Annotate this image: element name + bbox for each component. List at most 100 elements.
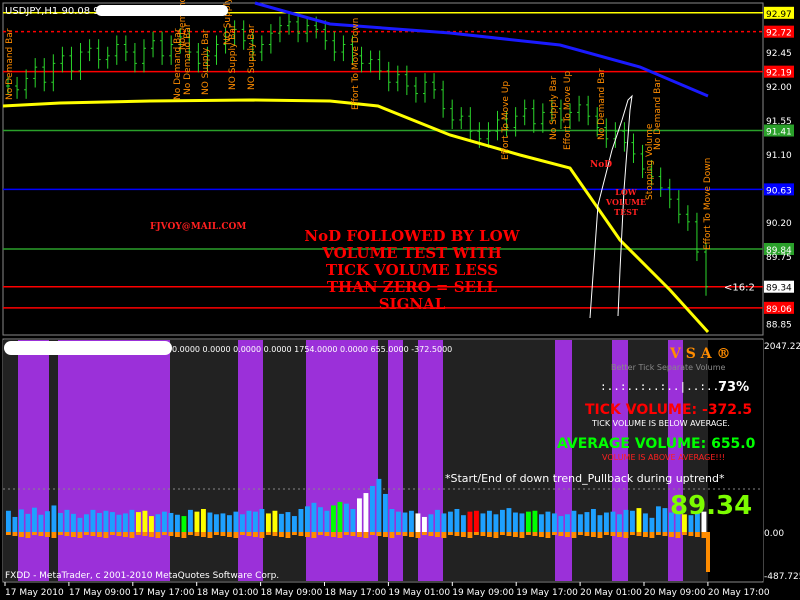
volume-bar-negative (526, 532, 531, 535)
vsa-band (306, 340, 378, 581)
volume-bar (376, 478, 382, 532)
time-label: 18 May 17:00 (325, 588, 387, 598)
signal-line: NoD FOLLOWED BY LOW (304, 227, 520, 245)
volume-bar-negative (688, 532, 694, 536)
vsa-annotation: Effort To Move Down (351, 18, 361, 110)
time-axis: 17 May 2010 17 May 09:00 17 May 17:00 18 Ma… (4, 582, 770, 598)
volume-bar-negative (207, 532, 213, 538)
signal-line: TICK VOLUME LESS (326, 261, 498, 279)
volume-bar (253, 511, 258, 532)
volume-bar (285, 512, 291, 532)
volume-bar-negative (142, 532, 148, 536)
price-tick-label: 89.75 (766, 253, 792, 263)
volume-bar (25, 513, 31, 532)
volume-bar (58, 512, 63, 532)
volume-bar-negative (389, 532, 395, 538)
volume-bar-negative (6, 532, 11, 535)
volume-bar (32, 507, 37, 532)
volume-scale: 2047.225 0.00 -487.725 (764, 342, 800, 582)
level-tag-label: 92.97 (766, 10, 792, 20)
vsa-annotation: No Demand Bar (597, 68, 607, 140)
volume-bar-negative (376, 532, 382, 536)
volume-bar (422, 516, 427, 532)
volume-bar (454, 508, 460, 532)
volume-bar (480, 513, 486, 532)
volume-bar (461, 515, 466, 532)
vsa-annotation: Effort To Move Up (563, 71, 573, 150)
level-tag-label: 89.34 (766, 284, 792, 294)
volume-bar (298, 508, 304, 532)
volume-bar-negative (103, 532, 109, 538)
volume-bar (149, 516, 154, 532)
price-tick-label: 92.00 (766, 83, 792, 93)
volume-bar (344, 503, 349, 532)
volume-bar-negative (45, 532, 50, 537)
volume-bar (623, 509, 629, 532)
vsa-title: V S A ® (669, 346, 730, 362)
volume-bar (441, 513, 447, 532)
volume-bar (474, 510, 479, 532)
volume-bar-negative (305, 532, 310, 537)
volume-bar (493, 514, 499, 532)
volume-bar (71, 513, 76, 532)
volume-bar (84, 514, 89, 532)
volume-bar-negative (649, 532, 655, 538)
volume-bar (194, 511, 200, 532)
volume-bar (227, 515, 232, 532)
time-label: 19 May 17:00 (516, 588, 578, 598)
volume-bar-negative (591, 532, 596, 537)
volume-bar-negative (64, 532, 70, 536)
volume-bar (129, 509, 135, 532)
volume-bar-negative (298, 532, 304, 536)
volume-bar-negative (149, 532, 154, 537)
volume-bar (305, 506, 310, 532)
volume-bar-negative (350, 532, 356, 536)
volume-bar-negative (116, 532, 122, 536)
volume-bar-negative (201, 532, 206, 537)
volume-bar (220, 513, 226, 532)
volume-bar-negative (90, 532, 96, 536)
vsa-band (58, 340, 170, 581)
volume-bar-negative (493, 532, 499, 538)
volume-bar-negative (259, 532, 265, 538)
trend-note: *Start/End of down trend_Pullback during… (445, 472, 725, 485)
volume-bar-negative (396, 532, 401, 535)
average-volume-note: VOLUME IS ABOVE AVERAGE!!! (602, 453, 725, 462)
volume-bar (266, 513, 271, 532)
vsa-percent: 73% (718, 380, 749, 395)
vsa-band (170, 340, 238, 581)
volume-bar (337, 501, 343, 532)
volume-bar-negative (363, 532, 369, 538)
volume-bar (467, 511, 473, 532)
volume-bar-negative (227, 532, 232, 537)
volume-bar-negative (181, 532, 187, 538)
volume-bar-negative (97, 532, 102, 537)
price-tick-label: 88.85 (766, 321, 792, 331)
volume-bar-negative (162, 532, 167, 535)
time-label: 20 May 01:00 (580, 588, 642, 598)
volume-bar-negative (220, 532, 226, 536)
volume-bar-negative (38, 532, 44, 536)
volume-bar (201, 508, 206, 532)
volume-bar (142, 510, 148, 532)
volume-bar-negative (604, 532, 609, 535)
volume-bar (64, 509, 70, 532)
volume-bar (259, 508, 265, 532)
volume-bar-negative (110, 532, 115, 535)
volume-bar (662, 508, 668, 532)
volume-bar-negative (435, 532, 440, 537)
tick-volume-note: TICK VOLUME IS BELOW AVERAGE. (591, 419, 730, 428)
average-volume-text: AVERAGE VOLUME: 655.0 (557, 436, 756, 452)
chart-canvas: 92.9792.7292.1991.4190.6389.8489.3489.06… (2, 0, 800, 598)
vsa-annotation: NO Supply Bar (247, 24, 257, 90)
volume-bar-negative (578, 532, 583, 535)
volume-bar (272, 510, 278, 532)
volume-bar (77, 517, 83, 532)
volume-bar (597, 515, 603, 532)
volume-bar-negative (51, 532, 57, 538)
volume-bar (162, 511, 167, 532)
volume-bar (110, 512, 115, 532)
volume-bar-negative (584, 532, 590, 536)
volume-bar-negative (344, 532, 349, 535)
time-label: 17 May 09:00 (69, 588, 131, 598)
